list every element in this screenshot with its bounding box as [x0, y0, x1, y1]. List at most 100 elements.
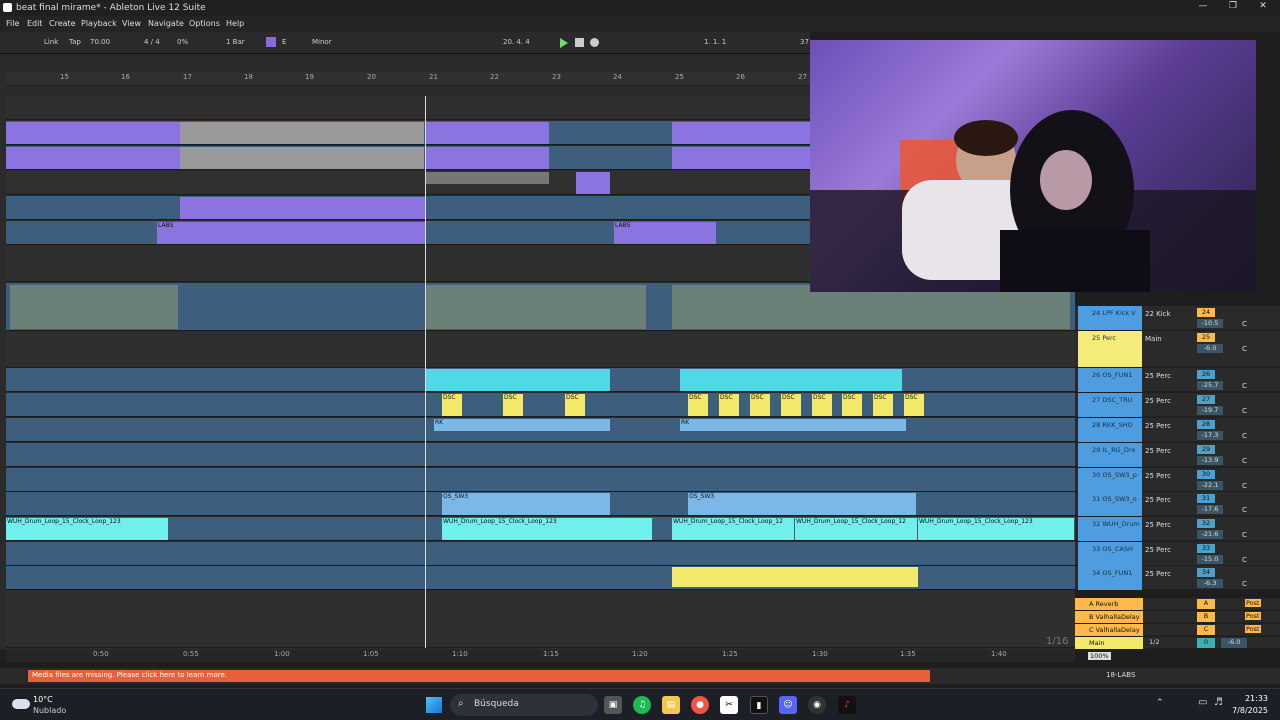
audio-clip[interactable]: OS_SW3 [442, 493, 610, 515]
return-track[interactable]: B ValhallaDelay B Post [1075, 611, 1280, 623]
track-header[interactable]: 26 OS_FUN1 25 Perc 26 -25.7 C [1075, 368, 1280, 392]
audio-clip[interactable] [10, 285, 178, 329]
track-name[interactable]: 31 OS_SW3_o [1078, 492, 1142, 516]
audio-clip[interactable]: DSC [750, 394, 770, 416]
track-name[interactable]: 26 OS_FUN1 [1078, 368, 1142, 392]
arrangement-position[interactable]: 20. 4. 4 [503, 38, 530, 46]
track-output[interactable]: 25 Perc [1145, 546, 1171, 554]
windows-start-icon[interactable] [426, 697, 442, 713]
audio-clip[interactable]: WUH_Drum_Loop_15_Clock_Loop_12 [672, 518, 794, 540]
stop-icon[interactable] [575, 38, 584, 47]
track-name[interactable]: 34 OS_FUN1 [1078, 566, 1142, 590]
menu-help[interactable]: Help [226, 19, 244, 28]
audio-clip[interactable] [426, 285, 646, 329]
record-icon[interactable] [590, 38, 599, 47]
track-header[interactable]: 32 WUH_Drum 25 Perc 32 -21.6 C [1075, 517, 1280, 541]
menu-playback[interactable]: Playback [81, 19, 117, 28]
return-track[interactable]: C ValhallaDelay C Post [1075, 624, 1280, 636]
track-header[interactable]: 29 IL_RG_Dre 25 Perc 29 -13.9 C [1075, 443, 1280, 467]
restore-button[interactable]: ❐ [1226, 1, 1240, 15]
menu-create[interactable]: Create [49, 19, 76, 28]
audio-clip[interactable]: OS_SW3 [688, 493, 916, 515]
clock-time[interactable]: 21:33 [1234, 694, 1268, 703]
obs-icon[interactable]: ◉ [808, 696, 826, 714]
tiktok-icon[interactable]: ♪ [838, 696, 856, 714]
tray-chevron-icon[interactable]: ⌃ [1156, 698, 1164, 708]
file-explorer-icon[interactable]: ▤ [662, 696, 680, 714]
return-name[interactable]: A Reverb [1075, 598, 1143, 610]
audio-clip[interactable] [680, 369, 902, 391]
audio-clip[interactable]: DSC [842, 394, 862, 416]
track-output[interactable]: Main [1145, 335, 1162, 343]
quantization-select[interactable]: 1 Bar [226, 38, 245, 46]
track-header[interactable]: 33 OS_CASH 25 Perc 33 -15.0 C [1075, 542, 1280, 566]
main-volume[interactable]: 0 [1197, 638, 1215, 648]
scale-toggle-icon[interactable] [266, 37, 276, 47]
track-output[interactable]: 22 Kick [1145, 310, 1171, 318]
key-select[interactable]: E [282, 38, 286, 46]
midi-clip[interactable] [672, 147, 810, 169]
track-name[interactable]: 33 OS_CASH [1078, 542, 1142, 566]
track-header[interactable]: 31 OS_SW3_o 25 Perc 31 -17.6 C [1075, 492, 1280, 516]
audio-clip[interactable]: WUH_Drum_Loop_15_Clock_Loop_123 [918, 518, 1074, 540]
track-output[interactable]: 25 Perc [1145, 521, 1171, 529]
audio-clip[interactable]: RK [680, 419, 906, 431]
time-ruler[interactable]: 0:50 0:55 1:00 1:05 1:10 1:15 1:20 1:25 … [6, 650, 1075, 662]
tempo-field[interactable]: 70.00 [90, 38, 110, 46]
return-post-button[interactable]: Post [1245, 625, 1261, 633]
track-name[interactable]: 25 Perc [1078, 331, 1142, 367]
return-letter[interactable]: C [1197, 625, 1215, 635]
main-name[interactable]: Main [1075, 637, 1143, 649]
track-number[interactable]: 26 [1197, 370, 1215, 379]
track-lane[interactable] [6, 332, 1075, 368]
audio-clip[interactable]: DSC [503, 394, 523, 416]
track-number[interactable]: 29 [1197, 445, 1215, 454]
track-pan[interactable]: C [1242, 382, 1247, 390]
spotify-icon[interactable]: ♫ [633, 696, 651, 714]
midi-clip[interactable]: LABS [157, 222, 425, 244]
return-post-button[interactable]: Post [1245, 599, 1261, 607]
track-lane[interactable] [6, 566, 1075, 590]
return-track[interactable]: A Reverb A Post [1075, 598, 1280, 610]
track-volume[interactable]: -21.6 [1197, 530, 1223, 539]
track-number[interactable]: 30 [1197, 470, 1215, 479]
audio-clip[interactable]: WUH_Drum_Loop_15_Clock_Loop_12 [795, 518, 917, 540]
midi-clip[interactable] [672, 122, 810, 144]
track-volume[interactable]: -6.3 [1197, 579, 1223, 588]
return-letter[interactable]: A [1197, 599, 1215, 609]
track-output[interactable]: 25 Perc [1145, 422, 1171, 430]
track-output[interactable]: 25 Perc [1145, 472, 1171, 480]
track-header[interactable]: 30 OS_SW3_p 25 Perc 30 -22.1 C [1075, 468, 1280, 492]
track-lane[interactable] [6, 368, 1075, 392]
audio-clip[interactable]: WUH_Drum_Loop_15_Clock_Loop_123 [6, 518, 168, 540]
track-name[interactable]: 32 WUH_Drum [1078, 517, 1142, 541]
track-header[interactable]: 34 OS_FUN1 25 Perc 34 -6.3 C [1075, 566, 1280, 590]
midi-clip[interactable] [425, 172, 549, 184]
menu-file[interactable]: File [6, 19, 19, 28]
zoom-level[interactable]: 100% [1088, 652, 1111, 660]
clock-date[interactable]: 7/8/2025 [1226, 706, 1268, 715]
track-output[interactable]: 25 Perc [1145, 447, 1171, 455]
track-name[interactable]: 30 OS_SW3_p [1078, 468, 1142, 492]
minimize-button[interactable]: — [1196, 1, 1210, 15]
weather-desc[interactable]: Nublado [33, 706, 66, 715]
track-pan[interactable]: C [1242, 556, 1247, 564]
track-volume[interactable]: -6.0 [1197, 344, 1223, 353]
track-pan[interactable]: C [1242, 506, 1247, 514]
audio-clip[interactable]: RK [434, 419, 610, 431]
return-name[interactable]: C ValhallaDelay [1075, 624, 1143, 636]
menu-edit[interactable]: Edit [27, 19, 43, 28]
track-lane[interactable]: RK RK [6, 418, 1075, 442]
loop-start[interactable]: 1. 1. 1 [704, 38, 726, 46]
track-number[interactable]: 25 [1197, 333, 1215, 342]
audio-clip[interactable]: DSC [565, 394, 585, 416]
track-header[interactable]: 24 LPF Kick V 22 Kick 24 -10.5 C [1075, 306, 1280, 330]
track-number[interactable]: 27 [1197, 395, 1215, 404]
volume-icon[interactable]: ♬ [1214, 697, 1223, 708]
track-number[interactable]: 28 [1197, 420, 1215, 429]
track-name[interactable]: 27 DSC_TRU [1078, 393, 1142, 417]
playhead[interactable] [425, 96, 426, 648]
track-lane[interactable] [6, 468, 1075, 492]
audio-clip[interactable]: DSC [904, 394, 924, 416]
track-number[interactable]: 24 [1197, 308, 1215, 317]
